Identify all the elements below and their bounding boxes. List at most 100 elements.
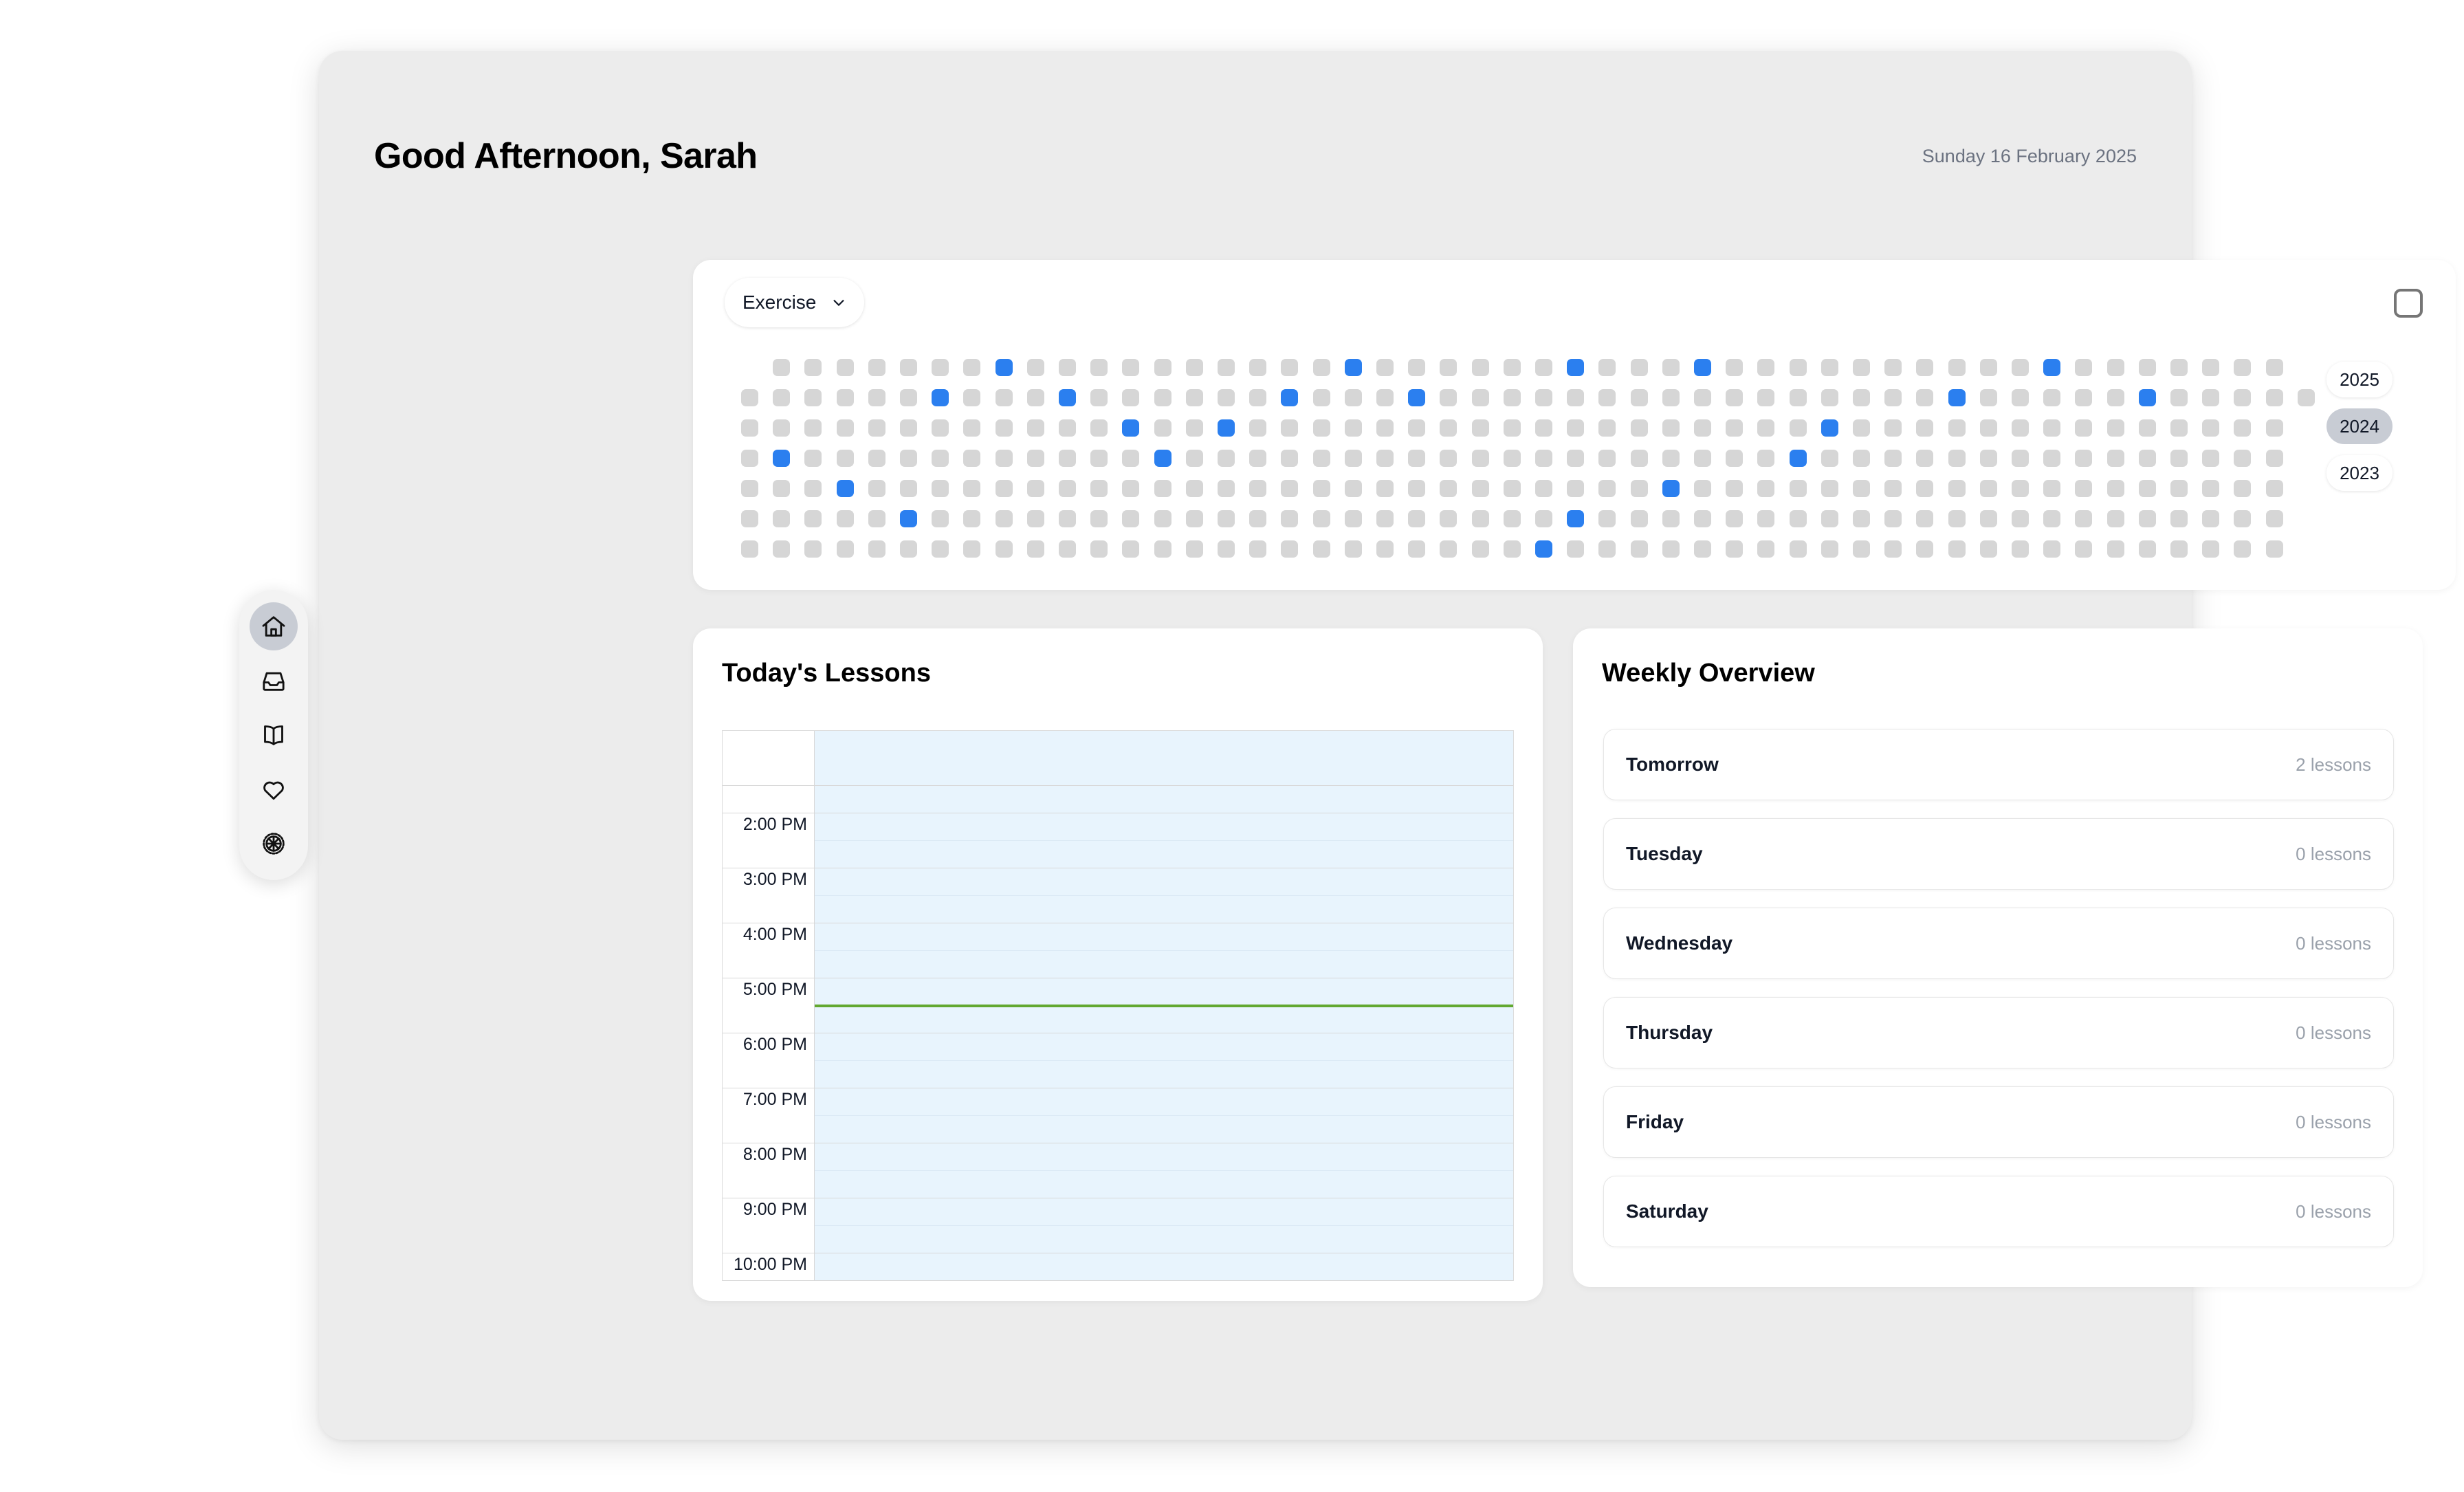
heatmap-cell[interactable] (2138, 480, 2156, 497)
heatmap-cell[interactable] (1853, 510, 1870, 527)
heatmap-cell[interactable] (1312, 389, 1330, 406)
heatmap-cell[interactable] (1630, 419, 1648, 437)
heatmap-cell[interactable] (995, 480, 1013, 497)
heatmap-cell[interactable] (2106, 389, 2124, 406)
heatmap-cell[interactable] (773, 540, 791, 558)
heatmap-cell[interactable] (1757, 540, 1775, 558)
heatmap-cell[interactable] (1440, 540, 1458, 558)
heatmap-cell[interactable] (1281, 359, 1299, 376)
heatmap-cell[interactable] (1820, 359, 1838, 376)
heatmap-cell[interactable] (2075, 480, 2093, 497)
heatmap-cell[interactable] (1312, 540, 1330, 558)
heatmap-cell[interactable] (1598, 419, 1616, 437)
heatmap-cell[interactable] (1979, 419, 1997, 437)
heatmap-cell[interactable] (1979, 540, 1997, 558)
heatmap-cell[interactable] (2202, 540, 2220, 558)
heatmap-cell[interactable] (2138, 540, 2156, 558)
heatmap-cell[interactable] (1408, 389, 1426, 406)
heatmap-cell[interactable] (1376, 389, 1394, 406)
heatmap-cell[interactable] (1948, 510, 1966, 527)
heatmap-cell[interactable] (1154, 359, 1172, 376)
heatmap-cell[interactable] (1090, 540, 1108, 558)
heatmap-cell[interactable] (932, 480, 949, 497)
heatmap-cell[interactable] (2265, 359, 2283, 376)
heatmap-cell[interactable] (1726, 480, 1744, 497)
weekly-day-row[interactable]: Tomorrow 2 lessons (1603, 729, 2394, 800)
heatmap-cell[interactable] (1471, 419, 1489, 437)
heatmap-cell[interactable] (1662, 540, 1680, 558)
heatmap-cell[interactable] (1535, 450, 1552, 467)
heatmap-cell[interactable] (1249, 419, 1267, 437)
heatmap-cell[interactable] (1598, 540, 1616, 558)
heatmap-cell[interactable] (741, 510, 758, 527)
heatmap-cell[interactable] (1662, 419, 1680, 437)
heatmap-cell[interactable] (741, 480, 758, 497)
heatmap-cell[interactable] (932, 389, 949, 406)
heatmap-cell[interactable] (1249, 540, 1267, 558)
heatmap-cell[interactable] (1948, 540, 1966, 558)
heatmap-cell[interactable] (1757, 480, 1775, 497)
weekly-day-row[interactable]: Thursday 0 lessons (1603, 997, 2394, 1068)
heatmap-cell[interactable] (741, 389, 758, 406)
heatmap-cell[interactable] (773, 510, 791, 527)
heatmap-cell[interactable] (1408, 450, 1426, 467)
heatmap-cell[interactable] (2075, 540, 2093, 558)
heatmap-cell[interactable] (1820, 540, 1838, 558)
heatmap-cell[interactable] (1122, 389, 1140, 406)
weekly-day-row[interactable]: Friday 0 lessons (1603, 1086, 2394, 1158)
heatmap-cell[interactable] (1026, 480, 1044, 497)
heatmap-cell[interactable] (1312, 359, 1330, 376)
heatmap-cell[interactable] (1853, 480, 1870, 497)
heatmap-cell[interactable] (2075, 389, 2093, 406)
heatmap-cell[interactable] (1312, 480, 1330, 497)
heatmap-cell[interactable] (995, 540, 1013, 558)
heatmap-cell[interactable] (1662, 450, 1680, 467)
heatmap-cell[interactable] (1630, 450, 1648, 467)
heatmap-cell[interactable] (1059, 419, 1076, 437)
heatmap-cell[interactable] (1440, 419, 1458, 437)
heatmap-cell[interactable] (1979, 480, 1997, 497)
calendar-slot[interactable] (815, 1088, 1513, 1116)
heatmap-cell[interactable] (2106, 480, 2124, 497)
heatmap-cell[interactable] (2265, 480, 2283, 497)
heatmap-cell[interactable] (1789, 450, 1807, 467)
heatmap-cell[interactable] (836, 419, 854, 437)
sidebar-item-inbox[interactable] (250, 657, 298, 705)
heatmap-cell[interactable] (1026, 389, 1044, 406)
heatmap-cell[interactable] (1916, 419, 1934, 437)
heatmap-cell[interactable] (1154, 480, 1172, 497)
heatmap-cell[interactable] (1376, 450, 1394, 467)
heatmap-cell[interactable] (1376, 359, 1394, 376)
heatmap-cell[interactable] (2170, 359, 2188, 376)
heatmap-cell[interactable] (1694, 389, 1711, 406)
heatmap-cell[interactable] (1344, 389, 1362, 406)
heatmap-cell[interactable] (1567, 450, 1585, 467)
heatmap-cell[interactable] (2138, 419, 2156, 437)
heatmap-cell[interactable] (1789, 480, 1807, 497)
heatmap-cell[interactable] (2202, 359, 2220, 376)
heatmap-cell[interactable] (2106, 510, 2124, 527)
heatmap-cell[interactable] (1630, 359, 1648, 376)
sidebar-item-favorites[interactable] (250, 765, 298, 813)
heatmap-cell[interactable] (1948, 480, 1966, 497)
heatmap-cell[interactable] (1916, 540, 1934, 558)
calendar-slot[interactable] (815, 868, 1513, 896)
weekly-day-row[interactable]: Wednesday 0 lessons (1603, 908, 2394, 979)
heatmap-cell[interactable] (2265, 450, 2283, 467)
heatmap-cell[interactable] (1281, 419, 1299, 437)
heatmap-cell[interactable] (1218, 389, 1235, 406)
heatmap-cell[interactable] (900, 359, 917, 376)
heatmap-cell[interactable] (2012, 510, 2029, 527)
heatmap-cell[interactable] (2012, 419, 2029, 437)
heatmap-cell[interactable] (1249, 450, 1267, 467)
heatmap-cell[interactable] (1567, 419, 1585, 437)
heatmap-cell[interactable] (2265, 389, 2283, 406)
heatmap-cell[interactable] (932, 450, 949, 467)
heatmap-cell[interactable] (1979, 510, 1997, 527)
heatmap-cell[interactable] (868, 480, 886, 497)
heatmap-cell[interactable] (1090, 480, 1108, 497)
heatmap-cell[interactable] (1726, 540, 1744, 558)
heatmap-cell[interactable] (963, 359, 981, 376)
heatmap-cell[interactable] (1312, 510, 1330, 527)
heatmap-cell[interactable] (995, 510, 1013, 527)
